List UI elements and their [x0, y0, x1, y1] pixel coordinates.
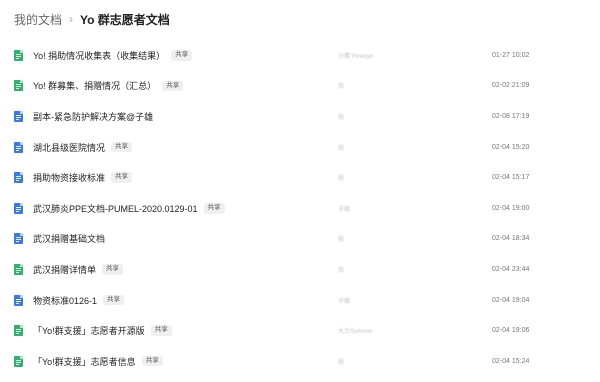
file-owner: 我	[338, 114, 345, 121]
file-name-group: Yo! 群募集、捐赠情况（汇总） 共享	[33, 79, 184, 92]
modified-time: 02-02 21:09	[492, 82, 530, 90]
file-row[interactable]: 武汉捐赠详情单 共享 我 02-04 23:44	[0, 254, 600, 285]
file-name[interactable]: 武汉肺炎PPE文档-PUMEL-2020.0129-01	[33, 202, 198, 215]
file-row[interactable]: 捐助物资接收标准 共享 我 02-04 15:17	[0, 162, 600, 193]
modified-time: 02-08 17:19	[492, 112, 530, 120]
file-name-group: 武汉肺炎PPE文档-PUMEL-2020.0129-01 共享	[33, 202, 225, 215]
file-name-group: 捐助物资接收标准 共享	[33, 171, 133, 184]
sheet-icon	[14, 49, 23, 61]
file-name[interactable]: 物资标准0126-1	[33, 294, 97, 307]
file-list: Yo! 捐助情况收集表（收集结果） 共享 沙鹰 Pinkeye 01-27 10:02…	[0, 40, 600, 377]
file-owner: 我	[338, 267, 345, 274]
modified-time: 01-27 10:02	[492, 51, 530, 59]
file-name-group: 武汉捐赠详情单 共享	[33, 263, 124, 276]
doc-icon	[14, 172, 23, 184]
doc-icon	[14, 202, 23, 214]
file-owner: 大力Summer	[338, 329, 373, 336]
file-name-group: 「Yo!群支援」志愿者信息 共享	[33, 355, 163, 368]
shared-badge: 共享	[111, 172, 133, 183]
modified-time: 02-04 15:20	[492, 143, 530, 151]
file-name[interactable]: 「Yo!群支援」志愿者信息	[33, 355, 136, 368]
file-name[interactable]: 「Yo!群支援」志愿者开源版	[33, 324, 145, 337]
file-owner: 子雄	[338, 298, 351, 305]
file-name[interactable]: Yo! 群募集、捐赠情况（汇总）	[33, 79, 156, 92]
modified-time: 02-04 23:44	[492, 265, 530, 273]
file-row[interactable]: 湖北县级医院情况 共享 我 02-04 15:20	[0, 132, 600, 163]
modified-time: 02-04 15:24	[492, 357, 530, 365]
file-name-group: Yo! 捐助情况收集表（收集结果） 共享	[33, 49, 193, 62]
shared-badge: 共享	[111, 141, 133, 153]
shared-badge: 共享	[102, 264, 124, 275]
shared-badge: 共享	[141, 355, 163, 367]
file-row[interactable]: Yo! 群募集、捐赠情况（汇总） 共享 我 02-02 21:09	[0, 71, 600, 102]
shared-badge: 共享	[171, 50, 193, 61]
file-owner: 沙鹰 Pinkeye	[338, 53, 374, 60]
file-row[interactable]: 「Yo!群支援」志愿者开源版 共享 大力Summer 02-04 19:06	[0, 315, 600, 346]
file-owner: 我	[338, 237, 345, 244]
file-owner: 我	[338, 84, 345, 91]
modified-time: 02-04 18:34	[492, 235, 530, 243]
breadcrumb-current-folder: Yo 群志愿者文档	[80, 12, 170, 27]
doc-icon	[14, 110, 23, 122]
file-owner: 我	[338, 145, 345, 152]
shared-badge: 共享	[203, 203, 225, 214]
file-row[interactable]: 武汉捐赠基础文档 我 02-04 18:34	[0, 224, 600, 255]
file-name-group: 武汉捐赠基础文档	[33, 232, 105, 245]
file-owner: 我	[338, 359, 345, 366]
file-name-group: 「Yo!群支援」志愿者开源版 共享	[33, 324, 172, 337]
file-name[interactable]: 武汉捐赠详情单	[33, 263, 96, 276]
modified-time: 02-04 15:17	[492, 174, 530, 182]
chevron-right-icon: ›	[69, 12, 74, 26]
file-row[interactable]: 「Yo!群支援」志愿者信息 共享 我 02-04 15:24	[0, 346, 600, 377]
sheet-icon	[14, 80, 23, 92]
file-row[interactable]: 武汉肺炎PPE文档-PUMEL-2020.0129-01 共享 子雄 02-04 19…	[0, 193, 600, 224]
shared-badge: 共享	[162, 80, 184, 92]
doc-icon	[14, 141, 23, 153]
modified-time: 02-04 19:04	[492, 296, 530, 304]
file-owner: 子雄	[338, 206, 351, 213]
modified-time: 02-04 19:00	[492, 204, 530, 212]
file-row[interactable]: 物资标准0126-1 共享 子雄 02-04 19:04	[0, 285, 600, 316]
file-owner: 我	[338, 176, 345, 183]
sheet-icon	[14, 263, 23, 275]
file-name[interactable]: 武汉捐赠基础文档	[33, 232, 105, 245]
file-row[interactable]: Yo! 捐助情况收集表（收集结果） 共享 沙鹰 Pinkeye 01-27 10:02	[0, 40, 600, 71]
file-name[interactable]: Yo! 捐助情况收集表（收集结果）	[33, 49, 165, 62]
file-name-group: 湖北县级医院情况 共享	[33, 141, 133, 154]
sheet-icon	[14, 355, 23, 367]
doc-icon	[14, 294, 23, 306]
doc-icon	[14, 233, 23, 245]
file-name-group: 副本-紧急防护解决方案@子雄	[33, 110, 153, 123]
file-name-group: 物资标准0126-1 共享	[33, 294, 125, 307]
file-name[interactable]: 湖北县级医院情况	[33, 141, 105, 154]
breadcrumb-root[interactable]: 我的文档	[14, 11, 62, 28]
file-row[interactable]: 副本-紧急防护解决方案@子雄 我 02-08 17:19	[0, 101, 600, 132]
shared-badge: 共享	[103, 294, 125, 306]
file-name[interactable]: 副本-紧急防护解决方案@子雄	[33, 110, 153, 123]
shared-badge: 共享	[150, 325, 172, 336]
breadcrumb: 我的文档 › Yo 群志愿者文档	[14, 9, 170, 29]
file-name[interactable]: 捐助物资接收标准	[33, 171, 105, 184]
modified-time: 02-04 19:06	[492, 327, 530, 335]
sheet-icon	[14, 325, 23, 337]
